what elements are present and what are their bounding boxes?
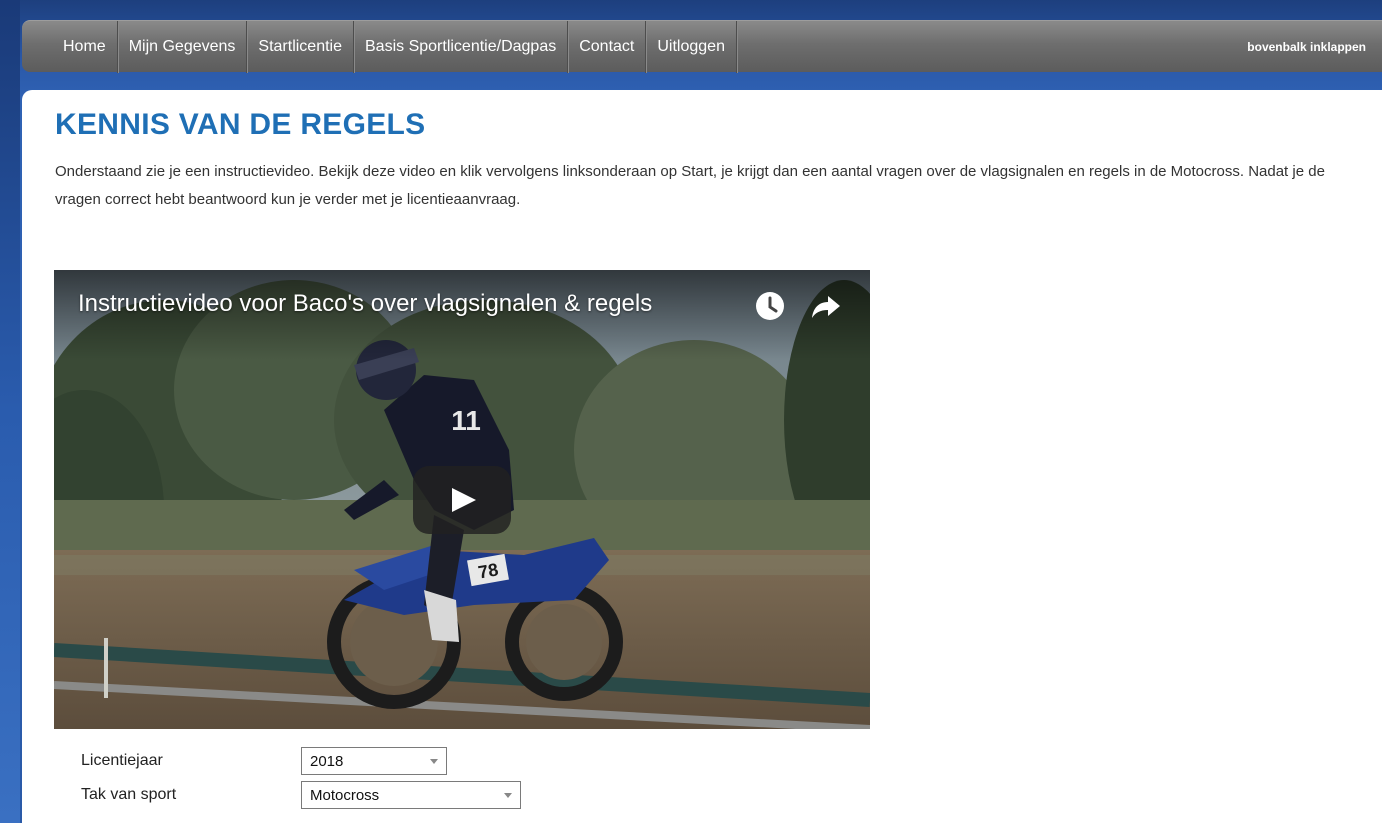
video-title[interactable]: Instructievideo voor Baco's over vlagsig… — [78, 290, 652, 318]
top-navbar: Home Mijn Gegevens Startlicentie Basis S… — [22, 20, 1382, 73]
licentiejaar-select[interactable]: 2018 — [301, 747, 447, 775]
chevron-down-icon — [504, 793, 512, 798]
page-border — [0, 0, 20, 823]
watch-later-icon[interactable] — [754, 290, 786, 322]
tak-van-sport-row: Tak van sport Motocross — [81, 781, 521, 809]
share-icon[interactable] — [810, 290, 842, 322]
tak-van-sport-value: Motocross — [310, 786, 380, 804]
nav-item-startlicentie[interactable]: Startlicentie — [247, 20, 354, 73]
nav-item-home[interactable]: Home — [52, 20, 118, 73]
licentiejaar-label: Licentiejaar — [81, 752, 163, 769]
play-icon — [452, 488, 476, 512]
page-title: KENNIS VAN DE REGELS — [55, 108, 426, 141]
tak-van-sport-select[interactable]: Motocross — [301, 781, 521, 809]
licentiejaar-row: Licentiejaar 2018 — [81, 747, 447, 775]
play-button[interactable] — [413, 466, 511, 534]
nav-item-contact[interactable]: Contact — [568, 20, 647, 73]
tak-van-sport-label: Tak van sport — [81, 786, 177, 803]
licentiejaar-value: 2018 — [310, 752, 344, 770]
main-content: KENNIS VAN DE REGELS Onderstaand zie je … — [22, 90, 1382, 823]
chevron-down-icon — [430, 759, 438, 764]
collapse-topbar-link[interactable]: bovenbalk inklappen — [1247, 21, 1366, 73]
nav-menu: Home Mijn Gegevens Startlicentie Basis S… — [52, 20, 737, 73]
jersey-number: 11 — [451, 405, 481, 436]
video-player[interactable]: 78 11 Instructievideo voor Baco's over v… — [54, 270, 870, 729]
intro-text: Onderstaand zie je een instructievideo. … — [55, 163, 1325, 208]
rider-number: 78 — [477, 559, 500, 582]
nav-item-uitloggen[interactable]: Uitloggen — [646, 20, 737, 73]
nav-item-mijn-gegevens[interactable]: Mijn Gegevens — [118, 20, 248, 73]
nav-item-basis-sportlicentie[interactable]: Basis Sportlicentie/Dagpas — [354, 20, 569, 73]
